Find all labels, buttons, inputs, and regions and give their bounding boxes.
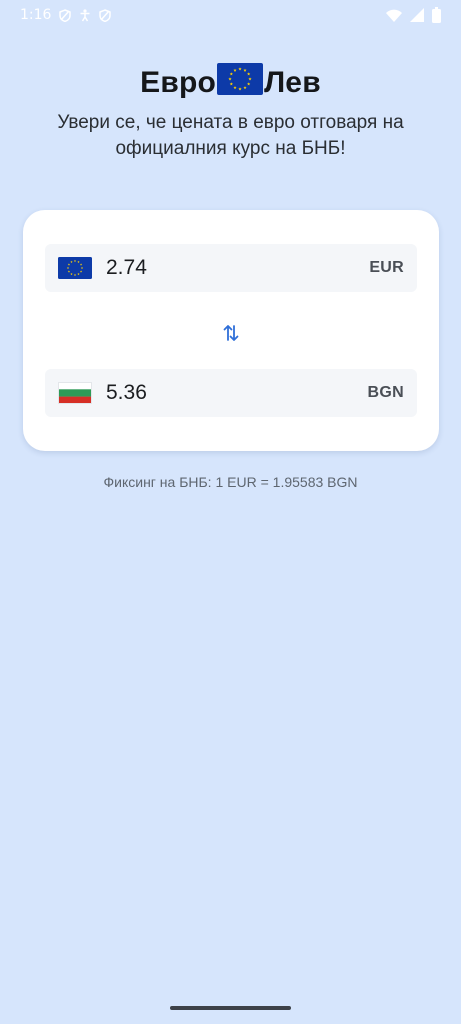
logo-text-left: Евро xyxy=(140,66,217,99)
eur-input-row[interactable]: 2.74 EUR xyxy=(45,244,417,292)
vpn-shield-icon xyxy=(99,8,112,22)
status-right xyxy=(386,7,441,23)
eu-flag-icon xyxy=(58,257,92,279)
fixing-rate-text: Фиксинг на БНБ: 1 EUR = 1.95583 BGN xyxy=(103,474,358,490)
header: Евро Лев Увери се, че цената в евро отго… xyxy=(0,63,461,162)
status-left: 1:16 xyxy=(20,7,112,23)
eu-flag-icon xyxy=(217,63,264,95)
status-bar: 1:16 xyxy=(0,0,461,30)
bulgaria-flag-icon xyxy=(58,382,92,404)
home-indicator[interactable] xyxy=(170,1006,291,1010)
bgn-input-row[interactable]: 5.36 BGN xyxy=(45,369,417,417)
converter-card: 2.74 EUR 5.36 BGN xyxy=(23,210,439,451)
accessibility-icon xyxy=(80,8,90,21)
bgn-amount-input[interactable]: 5.36 xyxy=(106,381,368,405)
logo-text-right: Лев xyxy=(264,66,321,99)
subtitle: Увери се, че цената в евро отговаря на о… xyxy=(57,112,404,159)
cellular-signal-icon xyxy=(410,8,424,22)
eur-currency-code: EUR xyxy=(369,259,404,276)
vpn-shield-icon xyxy=(59,8,72,22)
battery-icon xyxy=(432,7,441,23)
wifi-icon xyxy=(386,9,402,22)
app-logo: Евро Лев xyxy=(140,63,321,100)
swap-arrows-icon[interactable] xyxy=(221,323,241,343)
eur-amount-input[interactable]: 2.74 xyxy=(106,256,369,280)
bgn-currency-code: BGN xyxy=(367,384,404,401)
status-time: 1:16 xyxy=(20,7,52,23)
